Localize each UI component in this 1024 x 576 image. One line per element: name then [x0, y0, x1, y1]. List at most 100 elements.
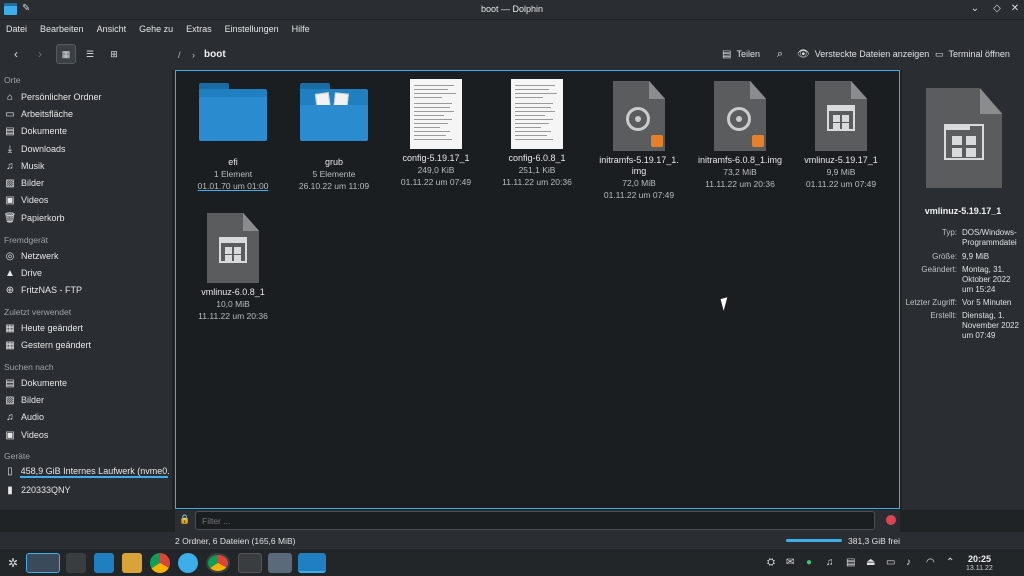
- terminal-icon: ▭: [935, 48, 944, 59]
- file-date: 01.11.22 um 07:49: [603, 190, 675, 200]
- music-icon: ♫: [6, 160, 14, 172]
- sidebar-item-yesterday[interactable]: ▦ Gestern geändert: [4, 337, 170, 353]
- file-meta: 251,1 KiB: [518, 165, 556, 175]
- menu-gehe-zu[interactable]: Gehe zu: [139, 24, 173, 34]
- calendar-icon: ▦: [5, 322, 15, 334]
- sidebar-item-music[interactable]: ♫ Musik: [4, 158, 170, 174]
- battery-icon[interactable]: ▭: [886, 557, 895, 568]
- section-title-devices: Geräte: [4, 451, 30, 461]
- screenshot-app-icon[interactable]: [268, 553, 292, 573]
- section-title-remote: Fremdgerät: [4, 235, 48, 245]
- file-item-config-5-19[interactable]: config-5.19.17_1 249,0 KiB 01.11.22 um 0…: [386, 79, 486, 188]
- sidebar-item-documents[interactable]: ▤ Dokumente: [4, 123, 170, 139]
- chrome-app-icon[interactable]: [150, 553, 170, 573]
- file-manager-app-icon[interactable]: [94, 553, 114, 573]
- close-icon[interactable]: ✕: [1008, 2, 1022, 16]
- notification-icon[interactable]: ♫: [826, 557, 834, 568]
- maximize-icon[interactable]: ◇: [990, 2, 1004, 16]
- forward-button[interactable]: ›: [30, 44, 50, 64]
- breadcrumb-current[interactable]: boot: [204, 49, 226, 60]
- harddisk-icon: ▯: [7, 465, 13, 477]
- tray-expand-icon[interactable]: ⌃: [946, 557, 954, 568]
- details-view-button[interactable]: ⊞: [104, 44, 124, 64]
- sidebar-item-trash[interactable]: 🗑 Papierkorb: [4, 210, 170, 226]
- chrome-running-app-icon[interactable]: [206, 553, 230, 573]
- file-item-config-6-0[interactable]: config-6.0.8_1 251,1 KiB 11.11.22 um 20:…: [487, 79, 587, 188]
- terminal-app-icon[interactable]: [66, 553, 86, 573]
- home-icon: ⌂: [6, 91, 14, 103]
- file-item-grub[interactable]: grub 5 Elemente 26.10.22 um 11:09: [284, 83, 384, 192]
- terminal-running-app-icon[interactable]: [238, 553, 262, 573]
- status-bar: 2 Ordner, 6 Dateien (165,6 MiB) 381,3 Gi…: [0, 532, 1024, 548]
- sidebar-item-search-documents[interactable]: ▤ Dokumente: [4, 375, 170, 391]
- app-launcher-icon[interactable]: ✲: [8, 556, 18, 570]
- file-item-vmlinuz-6-0[interactable]: vmlinuz-6.0.8_1 10,0 MiB 11.11.22 um 20:…: [183, 213, 283, 322]
- menu-extras[interactable]: Extras: [186, 24, 212, 34]
- archive-app-icon[interactable]: [122, 553, 142, 573]
- status-summary: 2 Ordner, 6 Dateien (165,6 MiB): [175, 536, 296, 546]
- sidebar-item-desktop[interactable]: ▭ Arbeitsfläche: [4, 106, 170, 122]
- filter-input[interactable]: [195, 511, 875, 530]
- file-view[interactable]: efi 1 Element 01.01.70 um 01:00 grub 5 E…: [175, 70, 900, 509]
- volume-icon[interactable]: ♪: [906, 557, 911, 568]
- pager-icon[interactable]: [26, 553, 60, 573]
- icons-view-button[interactable]: ▦: [56, 44, 76, 64]
- sidebar-item-drive[interactable]: ▲ Drive: [4, 265, 170, 281]
- sidebar-item-videos[interactable]: ▣ Videos: [4, 192, 170, 208]
- network-tray-icon[interactable]: ⛭: [767, 557, 775, 568]
- file-item-initramfs-5-19[interactable]: initramfs-5.19.17_1. img 72,0 MiB 01.11.…: [589, 81, 689, 201]
- audio-icon: ♫: [6, 411, 14, 423]
- sidebar-item-fritznas[interactable]: ⊕ FritzNAS - FTP: [4, 282, 170, 298]
- device-notifier-icon[interactable]: ⏏: [866, 557, 875, 568]
- menu-bearbeiten[interactable]: Bearbeiten: [40, 24, 84, 34]
- sidebar-item-search-audio[interactable]: ♫ Audio: [4, 409, 170, 425]
- breadcrumb-root[interactable]: /: [178, 50, 181, 60]
- sidebar-item-today[interactable]: ▦ Heute geändert: [4, 320, 170, 336]
- sidebar-item-phone[interactable]: ▮ 220333QNY: [4, 482, 170, 498]
- lock-icon[interactable]: 🔒: [179, 514, 190, 525]
- minimize-icon[interactable]: ⌄: [968, 2, 982, 16]
- search-icon: ⌕: [776, 47, 784, 60]
- sidebar-item-pictures[interactable]: ▨ Bilder: [4, 175, 170, 191]
- messenger-app-icon[interactable]: [178, 553, 198, 573]
- search-button[interactable]: ⌕: [772, 44, 788, 64]
- sidebar-item-search-videos[interactable]: ▣ Videos: [4, 427, 170, 443]
- folder-icon: [199, 83, 267, 141]
- sidebar-item-network[interactable]: ◎ Netzwerk: [4, 248, 170, 264]
- file-meta: 10,0 MiB: [216, 299, 250, 309]
- file-item-initramfs-6-0[interactable]: initramfs-6.0.8_1.img 73,2 MiB 11.11.22 …: [690, 81, 790, 190]
- file-meta: 1 Element: [213, 169, 253, 179]
- sidebar-item-downloads[interactable]: ⤓ Downloads: [4, 141, 170, 157]
- videos-icon: ▣: [5, 429, 15, 441]
- compact-view-button[interactable]: ☰: [80, 44, 100, 64]
- executable-preview-icon: [926, 88, 1002, 188]
- sidebar-item-search-pictures[interactable]: ▨ Bilder: [4, 392, 170, 408]
- menu-hilfe[interactable]: Hilfe: [292, 24, 310, 34]
- file-name: vmlinuz-5.19.17_1: [804, 155, 878, 165]
- taskbar: ✲ ⛭ ✉ ● ♫ ▤ ⏏ ▭ ♪ ◠ ⌃ 20:25 13.11.22: [0, 548, 1024, 576]
- menu-ansicht[interactable]: Ansicht: [97, 24, 127, 34]
- drive-icon: ▲: [5, 267, 15, 279]
- clipboard-icon[interactable]: ▤: [846, 557, 855, 568]
- menu-datei[interactable]: Datei: [6, 24, 27, 34]
- info-file-name: vmlinuz-5.19.17_1: [924, 206, 1002, 216]
- wifi-icon[interactable]: ◠: [926, 557, 935, 568]
- text-file-thumbnail-icon: [410, 79, 462, 149]
- sidebar-item-home[interactable]: ⌂ Persönlicher Ordner: [4, 89, 170, 105]
- file-item-efi[interactable]: efi 1 Element 01.01.70 um 01:00: [183, 83, 283, 192]
- dolphin-running-app-icon[interactable]: [298, 553, 326, 573]
- share-button[interactable]: ▤ Teilen: [722, 44, 760, 64]
- file-item-vmlinuz-5-19[interactable]: vmlinuz-5.19.17_1 9,9 MiB 01.11.22 um 07…: [791, 81, 891, 190]
- mail-icon[interactable]: ✉: [786, 557, 794, 568]
- videos-icon: ▣: [5, 194, 15, 206]
- file-date: 11.11.22 um 20:36: [705, 179, 775, 189]
- file-date: 01.11.22 um 07:49: [400, 177, 472, 187]
- close-filter-icon[interactable]: [886, 515, 896, 525]
- clock-time[interactable]: 20:25: [968, 554, 991, 564]
- menu-einstellungen[interactable]: Einstellungen: [225, 24, 279, 34]
- hidden-files-button[interactable]: 👁 Versteckte Dateien anzeigen: [797, 44, 929, 64]
- back-button[interactable]: ‹: [6, 44, 26, 64]
- terminal-button[interactable]: ▭ Terminal öffnen: [935, 44, 1010, 64]
- app-indicator-icon[interactable]: ●: [806, 557, 812, 568]
- clock-date[interactable]: 13.11.22: [966, 565, 993, 572]
